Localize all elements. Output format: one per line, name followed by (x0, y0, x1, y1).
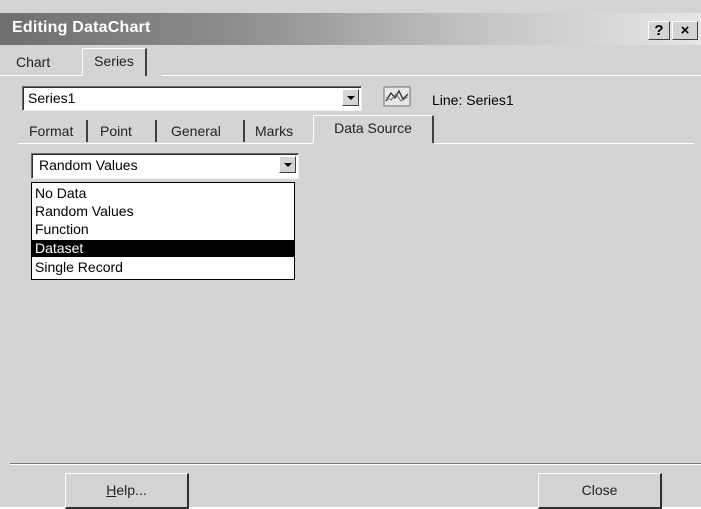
tab-series[interactable]: Series (82, 48, 147, 76)
list-item-selected[interactable]: Dataset (32, 240, 294, 257)
series-type-label: Line: Series1 (432, 92, 514, 108)
tab-baseline (162, 75, 701, 76)
line-chart-icon (383, 86, 411, 107)
help-button[interactable]: Help... (65, 473, 189, 509)
list-item[interactable]: Single Record (32, 259, 294, 276)
chevron-down-icon[interactable] (342, 89, 359, 106)
data-source-dropdown-list: No Data Random Values Function Dataset S… (31, 182, 295, 280)
help-button-label: elp... (116, 482, 147, 498)
main-tab-bar: Chart Series (0, 48, 701, 76)
tab-divider (86, 120, 88, 142)
close-button[interactable]: Close (538, 473, 662, 509)
tab-baseline (434, 143, 694, 144)
series-combo-value: Series1 (28, 90, 76, 106)
data-source-combo[interactable]: Random Values (31, 153, 299, 179)
tab-chart[interactable]: Chart (10, 50, 56, 74)
tab-format[interactable]: Format (23, 119, 79, 143)
list-item[interactable]: Function (32, 221, 294, 238)
title-bar[interactable]: Editing DataChart ? × (0, 13, 701, 45)
tab-data-source[interactable]: Data Source (313, 115, 434, 143)
footer-divider (10, 464, 701, 465)
series-combo[interactable]: Series1 (22, 86, 362, 111)
data-source-combo-value: Random Values (39, 157, 138, 173)
tab-divider (155, 120, 157, 142)
chevron-down-icon[interactable] (279, 156, 296, 173)
tab-marks[interactable]: Marks (249, 119, 299, 143)
help-icon[interactable]: ? (648, 21, 670, 40)
tab-baseline (18, 143, 313, 144)
window-title: Editing DataChart (12, 19, 151, 36)
close-icon[interactable]: × (672, 21, 698, 40)
tab-divider (243, 120, 245, 142)
tab-general[interactable]: General (165, 119, 227, 143)
list-item[interactable]: No Data (32, 185, 294, 202)
list-item[interactable]: Random Values (32, 203, 294, 220)
tab-baseline (0, 75, 82, 76)
editing-datachart-dialog: Editing DataChart ? × Chart Series Serie… (0, 0, 701, 509)
tab-point[interactable]: Point (94, 119, 138, 143)
help-button-accel: H (106, 482, 117, 498)
